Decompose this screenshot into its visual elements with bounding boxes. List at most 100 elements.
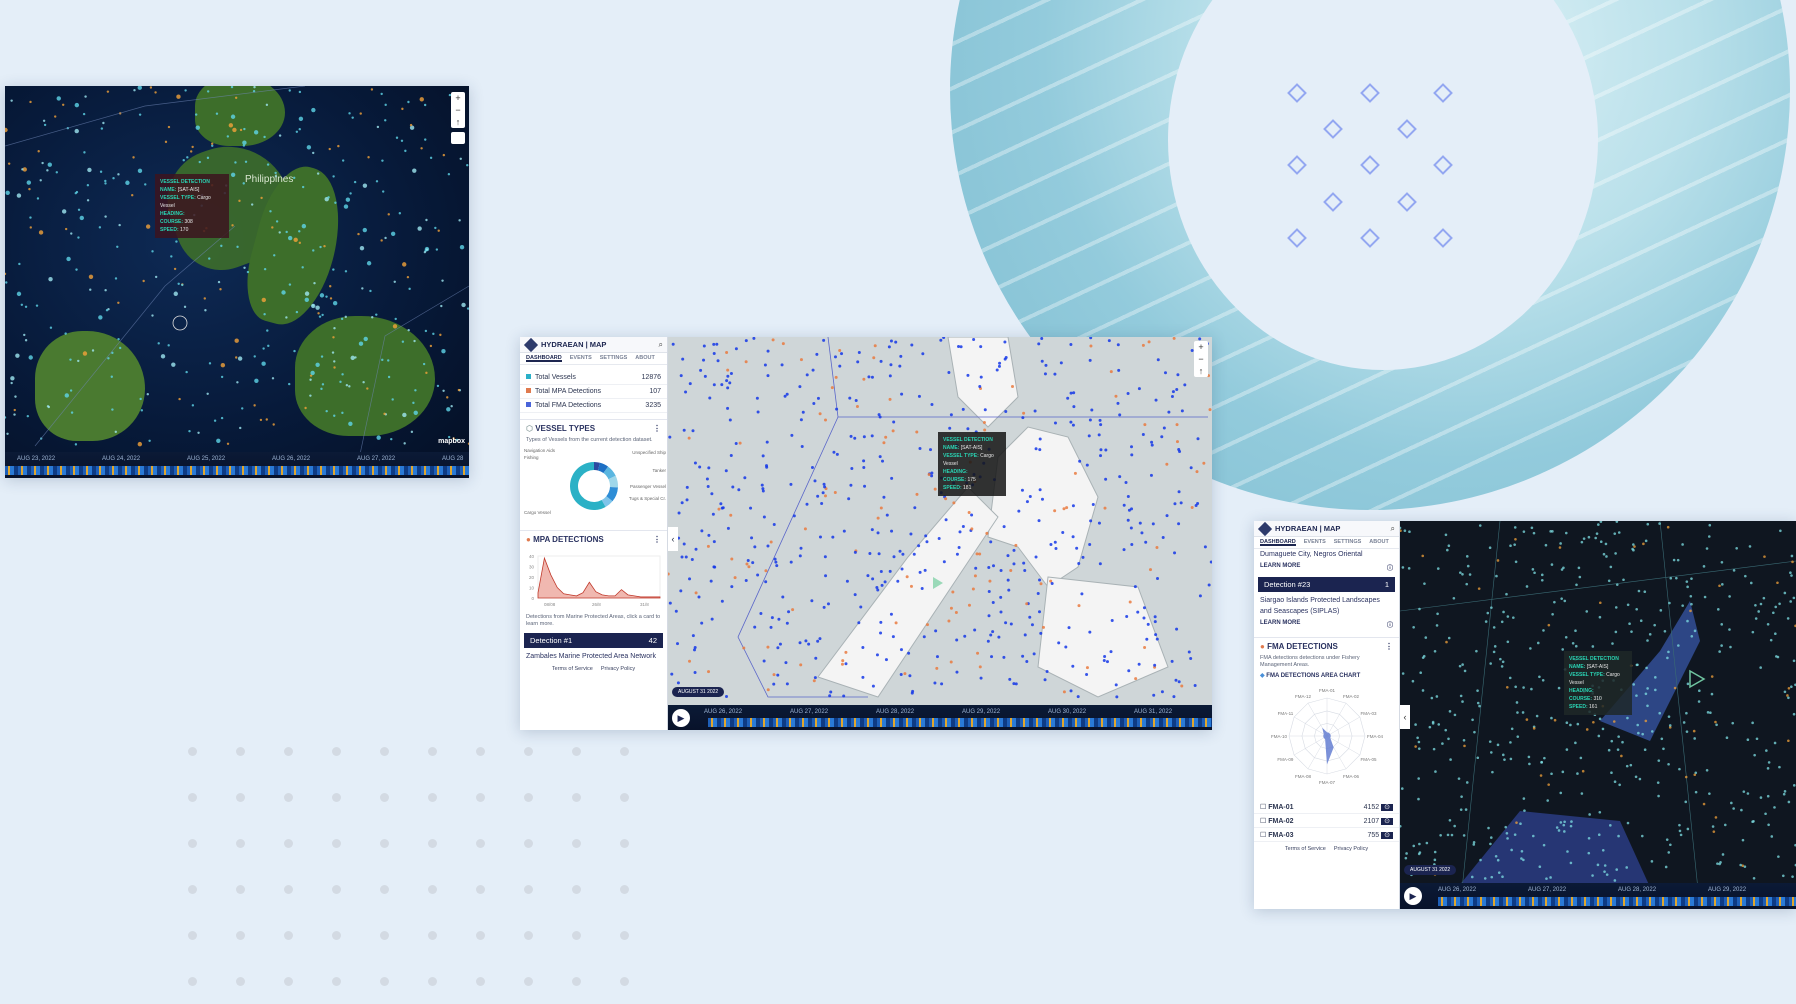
vessel-dot bbox=[320, 387, 323, 391]
vessel-dot bbox=[1720, 623, 1724, 626]
vessel-dot bbox=[883, 580, 887, 584]
vessel-dot bbox=[98, 315, 103, 320]
tab-events[interactable]: EVENTS bbox=[1304, 539, 1326, 546]
vessel-dot bbox=[380, 92, 383, 96]
vessel-dot bbox=[995, 368, 999, 372]
vessel-dot bbox=[1769, 638, 1773, 642]
map-canvas-light[interactable]: VESSEL DETECTION NAME: [SAT-AIS] VESSEL … bbox=[666, 337, 1212, 705]
tab-settings[interactable]: SETTINGS bbox=[600, 355, 628, 362]
vessel-dot bbox=[963, 634, 967, 638]
tab-settings[interactable]: SETTINGS bbox=[1334, 539, 1362, 546]
vessel-dot bbox=[1510, 848, 1513, 852]
vessel-dot bbox=[987, 565, 991, 569]
detection-card[interactable]: Detection #23 1 bbox=[1258, 577, 1395, 592]
vessel-dot bbox=[1493, 645, 1497, 648]
vessel-dot bbox=[220, 375, 224, 379]
radar-axis bbox=[1326, 702, 1347, 737]
search-icon[interactable]: ⌕ bbox=[1391, 524, 1395, 534]
stat-value: 12876 bbox=[641, 374, 661, 381]
vessel-dot bbox=[36, 197, 40, 200]
fma-radar-chart: FMA-01FMA-02FMA-03FMA-04FMA-05FMA-06FMA-… bbox=[1271, 688, 1384, 785]
vessel-dot bbox=[1669, 843, 1672, 847]
vessel-dot bbox=[1118, 475, 1122, 479]
vessel-dot bbox=[890, 529, 894, 533]
vessel-dot bbox=[697, 595, 701, 599]
checkbox-icon[interactable]: ☐ bbox=[1260, 832, 1268, 839]
dot-icon bbox=[572, 977, 581, 986]
vessel-dot bbox=[112, 177, 115, 180]
terms-link[interactable]: Terms of Service bbox=[552, 666, 593, 672]
tab-about[interactable]: ABOUT bbox=[635, 355, 655, 362]
play-button[interactable]: ▶ bbox=[672, 709, 690, 727]
vessel-dot bbox=[1551, 613, 1554, 616]
tab-about[interactable]: ABOUT bbox=[1369, 539, 1389, 546]
vessel-dot bbox=[1030, 623, 1034, 627]
vessel-dot bbox=[38, 230, 44, 235]
play-button[interactable]: ▶ bbox=[1404, 887, 1422, 905]
timeline-bar[interactable]: ▶ AUG 26, 2022 AUG 27, 2022 AUG 28, 2022 AU… bbox=[668, 705, 1212, 730]
timeline-bar[interactable]: ▶ AUG 26, 2022 AUG 27, 2022 AUG 28, 2022 AU… bbox=[1400, 883, 1796, 909]
locate-icon[interactable]: ⊙ bbox=[1381, 831, 1393, 839]
vessel-dot bbox=[725, 351, 729, 355]
donut-label: Unspecified Ship bbox=[632, 450, 666, 455]
vessel-dot bbox=[1594, 536, 1597, 540]
vessel-dot bbox=[1547, 623, 1551, 627]
checkbox-icon[interactable]: ☐ bbox=[1260, 818, 1268, 825]
detection-area-name: Siargao Islands Protected Landscapes and… bbox=[1260, 597, 1380, 615]
fma-row[interactable]: ☐ FMA-01 4152 ⊙ bbox=[1254, 800, 1399, 814]
vessel-dot bbox=[900, 392, 904, 396]
vessel-dot bbox=[1515, 821, 1518, 824]
drag-handle-icon[interactable]: ⋮ bbox=[653, 535, 661, 544]
vessel-dot bbox=[688, 382, 692, 386]
terms-link[interactable]: Terms of Service bbox=[1285, 846, 1326, 852]
selected-vessel-ring bbox=[172, 315, 188, 331]
drag-handle-icon[interactable]: ⋮ bbox=[653, 424, 661, 433]
vessel-dot bbox=[719, 502, 723, 506]
collapse-panel-button[interactable]: ‹ bbox=[1400, 705, 1410, 729]
vessel-dot bbox=[715, 342, 719, 346]
vessel-dot bbox=[1587, 837, 1591, 840]
zoom-controls[interactable]: + − ↑ bbox=[451, 92, 465, 128]
tab-events[interactable]: EVENTS bbox=[570, 355, 592, 362]
timeline-date-label: AUG 27, 2022 bbox=[357, 456, 396, 462]
drag-handle-icon[interactable]: ⋮ bbox=[1385, 642, 1393, 651]
vessel-dot bbox=[281, 290, 286, 295]
vessel-dot bbox=[287, 235, 293, 241]
tab-dashboard[interactable]: DASHBOARD bbox=[526, 355, 562, 362]
detection-card[interactable]: Detection #1 42 bbox=[524, 633, 663, 648]
zoom-controls[interactable]: + − ↑ bbox=[1194, 341, 1208, 377]
dot-icon bbox=[476, 747, 485, 756]
vessel-dot bbox=[1490, 751, 1493, 754]
locate-icon[interactable]: ⊙ bbox=[1381, 803, 1393, 811]
timeline-bar[interactable]: AUG 23, 2022 AUG 24, 2022 AUG 25, 2022 AUG … bbox=[5, 452, 469, 478]
vessel-types-header[interactable]: ⬡ VESSEL TYPES ⋮ bbox=[520, 419, 667, 437]
vessel-dot bbox=[1604, 542, 1608, 546]
learn-more-link[interactable]: LEARN MORE ⓘ bbox=[1254, 620, 1399, 629]
fma-row[interactable]: ☐ FMA-02 2107 ⊙ bbox=[1254, 814, 1399, 828]
vessel-dot bbox=[1028, 615, 1032, 619]
vessel-dot bbox=[947, 370, 951, 374]
fma-row[interactable]: ☐ FMA-03 755 ⊙ bbox=[1254, 828, 1399, 842]
donut-label: Navigation Aids bbox=[524, 448, 556, 453]
mpa-detections-header[interactable]: ● MPA DETECTIONS ⋮ bbox=[520, 530, 667, 548]
vessel-dot bbox=[1034, 447, 1038, 451]
vessel-dot bbox=[1762, 596, 1766, 600]
checkbox-icon[interactable]: ☐ bbox=[1260, 804, 1268, 811]
search-icon[interactable]: ⌕ bbox=[659, 340, 663, 350]
vessel-dot bbox=[195, 125, 200, 130]
vessel-dot bbox=[1752, 876, 1756, 880]
fullscreen-button[interactable] bbox=[451, 132, 465, 144]
tab-dashboard[interactable]: DASHBOARD bbox=[1260, 539, 1296, 546]
privacy-link[interactable]: Privacy Policy bbox=[1334, 846, 1368, 852]
vessel-dot bbox=[942, 560, 946, 564]
fma-detections-header[interactable]: ● FMA DETECTIONS ⋮ bbox=[1254, 637, 1399, 655]
locate-icon[interactable]: ⊙ bbox=[1381, 817, 1393, 825]
vessel-dot bbox=[891, 635, 895, 639]
vessel-dot bbox=[271, 377, 275, 380]
vessel-dot bbox=[1040, 359, 1044, 363]
stat-row-fma: Total FMA Detections 3235 bbox=[520, 399, 667, 413]
privacy-link[interactable]: Privacy Policy bbox=[601, 666, 635, 672]
learn-more-link[interactable]: LEARN MORE ⓘ bbox=[1254, 563, 1399, 572]
vessel-dot bbox=[1657, 759, 1661, 762]
collapse-panel-button[interactable]: ‹ bbox=[668, 527, 678, 551]
